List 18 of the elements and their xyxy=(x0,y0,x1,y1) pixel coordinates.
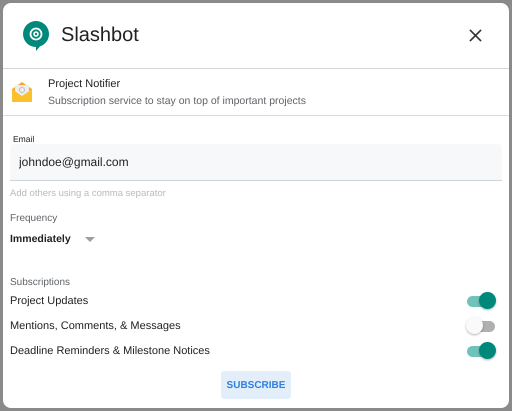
subscriptions-label: Subscriptions xyxy=(10,277,72,288)
email-label: Email xyxy=(13,134,36,144)
envelope-icon xyxy=(10,80,34,104)
frequency-label: Frequency xyxy=(10,213,58,224)
app-description: Subscription service to stay on top of important projects xyxy=(48,94,306,106)
toggle-switch[interactable] xyxy=(466,342,496,360)
close-icon[interactable] xyxy=(469,29,482,42)
toggle-switch[interactable] xyxy=(466,316,496,334)
dialog-title: Slashbot xyxy=(61,24,140,47)
email-field[interactable]: johndoe@gmail.com xyxy=(10,144,502,181)
caret-icon xyxy=(84,236,95,242)
toggle-switch[interactable] xyxy=(466,292,496,310)
subscription-label: Mentions, Comments, & Messages xyxy=(10,320,181,332)
subscription-label: Deadline Reminders & Milestone Notices xyxy=(10,344,210,356)
subscription-label: Project Updates xyxy=(10,294,88,306)
email-hint: Add others using a comma separator xyxy=(10,188,167,199)
app-name: Project Notifier xyxy=(48,78,122,90)
frequency-dropdown[interactable]: Immediately xyxy=(10,233,95,245)
